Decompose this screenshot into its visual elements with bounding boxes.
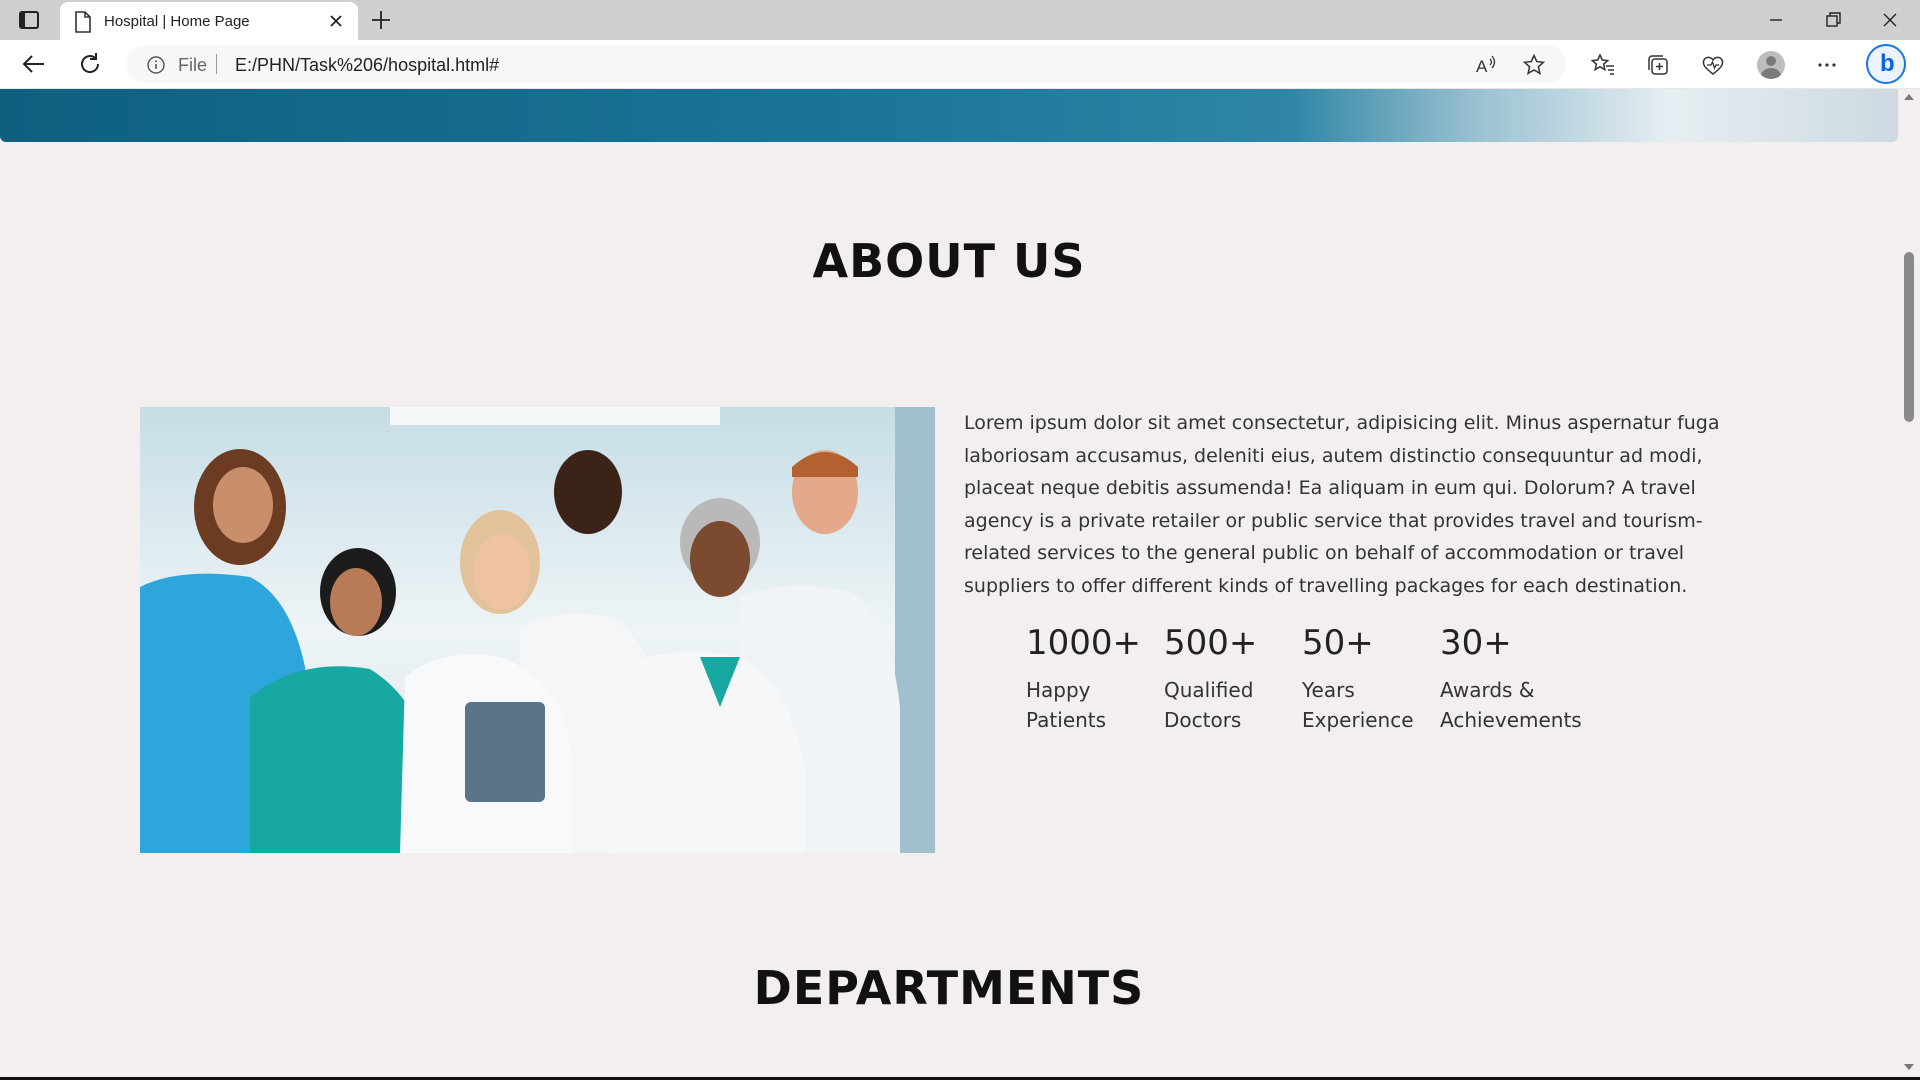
page-icon bbox=[75, 11, 91, 33]
stat-number: 30+ bbox=[1440, 623, 1512, 663]
stat-label: Happy Patients bbox=[1026, 675, 1141, 735]
stat-label-line: Experience bbox=[1302, 708, 1414, 732]
address-bar[interactable]: File E:/PHN/Task%206/hospital.html# A bbox=[126, 45, 1566, 83]
stat-happy-patients: 1000+ Happy Patients bbox=[1026, 623, 1141, 735]
browser-essentials-icon[interactable] bbox=[1700, 52, 1726, 78]
hero-banner-bottom bbox=[0, 89, 1898, 142]
departments-title: DEPARTMENTS bbox=[753, 961, 1145, 1015]
stat-label-line: Awards & bbox=[1440, 678, 1535, 702]
more-options-icon[interactable] bbox=[1814, 52, 1840, 78]
restore-icon[interactable] bbox=[1821, 8, 1845, 32]
stat-number: 50+ bbox=[1302, 623, 1374, 663]
stat-qualified-doctors: 500+ Qualified Doctors bbox=[1164, 623, 1257, 735]
avatar-head bbox=[1766, 56, 1776, 66]
stat-label: Awards & Achievements bbox=[1440, 675, 1582, 735]
refresh-icon[interactable] bbox=[76, 50, 104, 78]
scroll-down-arrow-icon[interactable] bbox=[1903, 1062, 1915, 1072]
stat-label-line: Qualified bbox=[1164, 678, 1254, 702]
stat-label-line: Achievements bbox=[1440, 708, 1582, 732]
page-scrollbar[interactable] bbox=[1898, 89, 1920, 1080]
about-paragraph: Lorem ipsum dolor sit amet consectetur, … bbox=[964, 412, 1720, 597]
address-separator bbox=[216, 54, 217, 74]
url-text[interactable]: E:/PHN/Task%206/hospital.html# bbox=[235, 55, 499, 76]
stat-number: 1000+ bbox=[1026, 623, 1142, 663]
scheme-label: File bbox=[178, 55, 208, 75]
bing-icon[interactable]: b bbox=[1866, 44, 1906, 84]
stat-label-line: Years bbox=[1302, 678, 1355, 702]
read-aloud-icon[interactable]: A bbox=[1474, 53, 1498, 77]
close-icon[interactable] bbox=[326, 11, 346, 31]
bing-glyph: b bbox=[1880, 50, 1895, 77]
doctors-illustration bbox=[140, 407, 935, 853]
scrollbar-thumb[interactable] bbox=[1904, 252, 1914, 422]
window-close-icon[interactable] bbox=[1878, 8, 1902, 32]
browser-tab-bar: Hospital | Home Page bbox=[0, 0, 1920, 40]
stat-number: 500+ bbox=[1164, 623, 1258, 663]
stat-label-line: Happy bbox=[1026, 678, 1091, 702]
about-title: ABOUT US bbox=[812, 234, 1086, 288]
favorite-star-icon[interactable] bbox=[1522, 53, 1546, 77]
tab-title: Hospital | Home Page bbox=[104, 13, 250, 30]
info-icon[interactable] bbox=[146, 55, 166, 75]
page-viewport: ABOUT US Lorem ipsum dolor sit amet cons… bbox=[0, 89, 1898, 1080]
stat-label-line: Doctors bbox=[1164, 708, 1242, 732]
collections-icon[interactable] bbox=[1645, 52, 1671, 78]
doctors-team-photo bbox=[140, 407, 935, 853]
browser-tab[interactable]: Hospital | Home Page bbox=[60, 2, 358, 40]
avatar-body bbox=[1761, 68, 1781, 79]
profile-avatar[interactable] bbox=[1757, 51, 1785, 79]
scroll-up-arrow-icon[interactable] bbox=[1903, 92, 1915, 102]
stat-years-experience: 50+ Years Experience bbox=[1302, 623, 1414, 735]
back-icon[interactable] bbox=[20, 50, 48, 78]
new-tab-icon[interactable] bbox=[370, 9, 392, 31]
stat-label: Years Experience bbox=[1302, 675, 1414, 735]
svg-text:A: A bbox=[1476, 57, 1488, 76]
tab-actions-icon[interactable] bbox=[18, 10, 40, 30]
stat-label: Qualified Doctors bbox=[1164, 675, 1257, 735]
stat-label-line: Patients bbox=[1026, 708, 1107, 732]
stat-awards: 30+ Awards & Achievements bbox=[1440, 623, 1582, 735]
browser-toolbar: File E:/PHN/Task%206/hospital.html# A b bbox=[0, 40, 1920, 89]
minimize-icon[interactable] bbox=[1764, 8, 1788, 32]
favorites-icon[interactable] bbox=[1590, 52, 1616, 78]
